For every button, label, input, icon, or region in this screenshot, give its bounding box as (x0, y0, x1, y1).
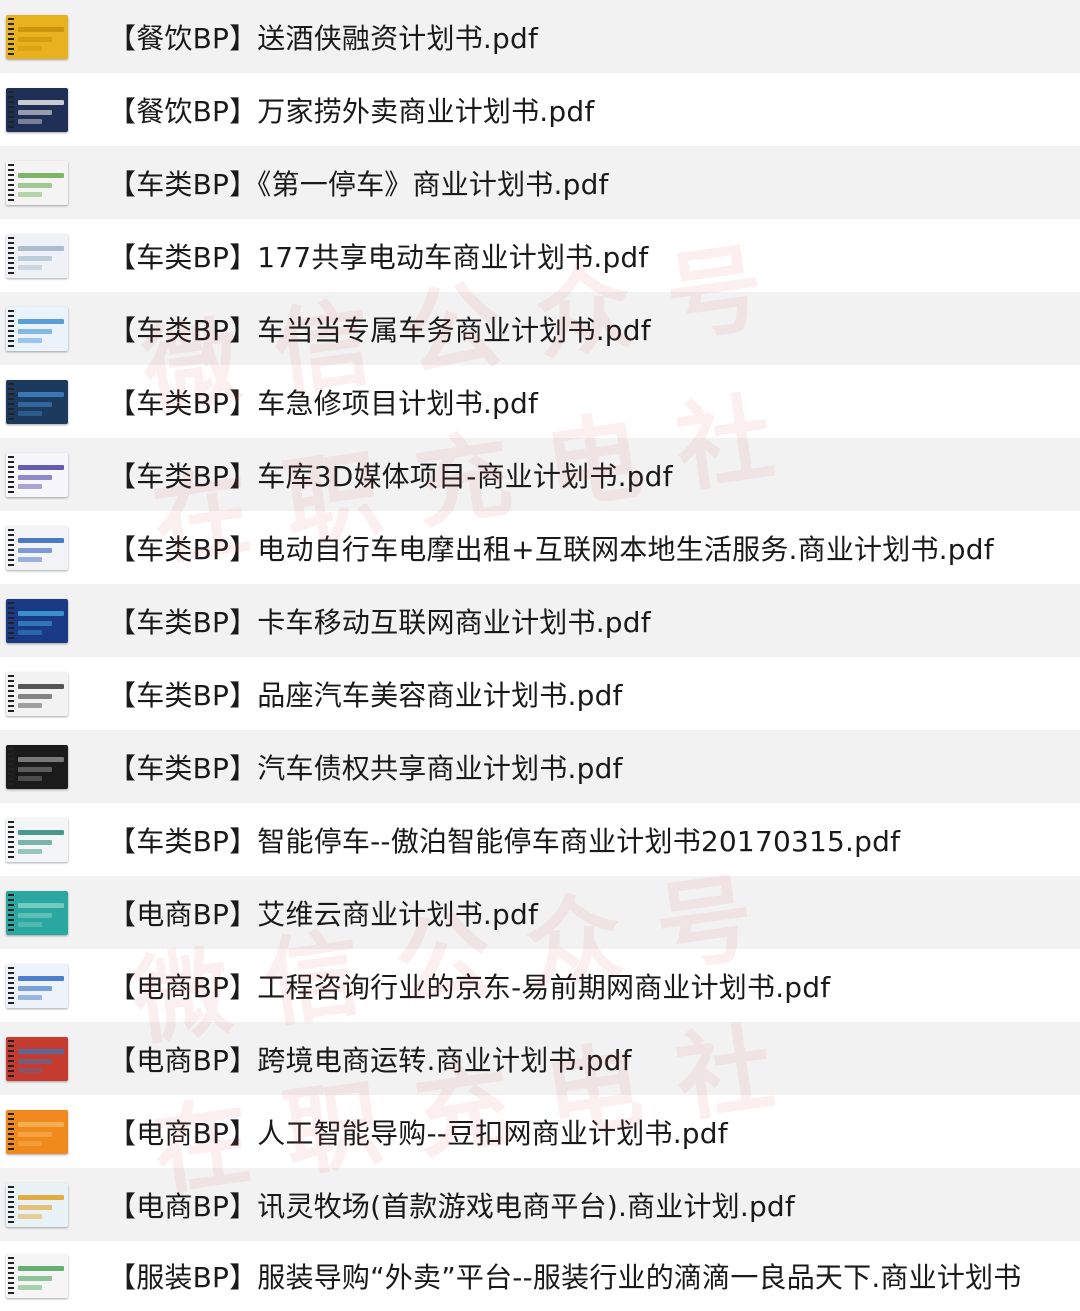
file-name: 【餐饮BP】送酒侠融资计划书.pdf (108, 21, 538, 55)
file-row[interactable]: 【电商BP】跨境电商运转.商业计划书.pdf (0, 1022, 1080, 1095)
pdf-thumbnail-icon (6, 452, 68, 497)
file-row[interactable]: 【电商BP】艾维云商业计划书.pdf (0, 876, 1080, 949)
pdf-thumbnail-icon (6, 525, 68, 570)
file-row[interactable]: 【车类BP】品座汽车美容商业计划书.pdf (0, 657, 1080, 730)
file-row[interactable]: 【车类BP】智能停车--傲泊智能停车商业计划书20170315.pdf (0, 803, 1080, 876)
pdf-thumbnail-icon (6, 233, 68, 278)
file-row[interactable]: 【车类BP】177共享电动车商业计划书.pdf (0, 219, 1080, 292)
file-name: 【电商BP】工程咨询行业的京东-易前期网商业计划书.pdf (108, 970, 831, 1004)
pdf-thumbnail-icon (6, 817, 68, 862)
file-name: 【车类BP】智能停车--傲泊智能停车商业计划书20170315.pdf (108, 824, 901, 858)
file-name: 【车类BP】车库3D媒体项目-商业计划书.pdf (108, 459, 673, 493)
file-name: 【电商BP】艾维云商业计划书.pdf (108, 897, 538, 931)
file-name: 【电商BP】人工智能导购--豆扣网商业计划书.pdf (108, 1116, 728, 1150)
pdf-thumbnail-icon (6, 306, 68, 351)
file-name: 【车类BP】《第一停车》商业计划书.pdf (108, 167, 609, 201)
file-name: 【车类BP】车急修项目计划书.pdf (108, 386, 538, 420)
pdf-thumbnail-icon (6, 1254, 68, 1298)
file-name: 【电商BP】讯灵牧场(首款游戏电商平台).商业计划.pdf (108, 1189, 795, 1223)
file-row[interactable]: 【车类BP】汽车债权共享商业计划书.pdf (0, 730, 1080, 803)
file-name: 【车类BP】车当当专属车务商业计划书.pdf (108, 313, 651, 347)
file-row[interactable]: 【电商BP】工程咨询行业的京东-易前期网商业计划书.pdf (0, 949, 1080, 1022)
file-name: 【车类BP】卡车移动互联网商业计划书.pdf (108, 605, 651, 639)
file-name: 【车类BP】电动自行车电摩出租+互联网本地生活服务.商业计划书.pdf (108, 532, 994, 566)
file-row[interactable]: 【车类BP】电动自行车电摩出租+互联网本地生活服务.商业计划书.pdf (0, 511, 1080, 584)
file-row[interactable]: 【餐饮BP】万家捞外卖商业计划书.pdf (0, 73, 1080, 146)
pdf-thumbnail-icon (6, 598, 68, 643)
file-name: 【车类BP】177共享电动车商业计划书.pdf (108, 240, 649, 274)
pdf-thumbnail-icon (6, 963, 68, 1008)
file-row[interactable]: 【餐饮BP】送酒侠融资计划书.pdf (0, 0, 1080, 73)
file-name: 【服装BP】服装导购“外卖”平台--服装行业的滴滴一良品天下.商业计划书 (108, 1261, 1022, 1294)
file-row[interactable]: 【服装BP】服装导购“外卖”平台--服装行业的滴滴一良品天下.商业计划书 (0, 1241, 1080, 1311)
file-row[interactable]: 【电商BP】人工智能导购--豆扣网商业计划书.pdf (0, 1095, 1080, 1168)
pdf-thumbnail-icon (6, 1109, 68, 1154)
file-row[interactable]: 【车类BP】《第一停车》商业计划书.pdf (0, 146, 1080, 219)
pdf-thumbnail-icon (6, 890, 68, 935)
file-name: 【车类BP】汽车债权共享商业计划书.pdf (108, 751, 623, 785)
pdf-thumbnail-icon (6, 1036, 68, 1081)
file-row[interactable]: 【车类BP】卡车移动互联网商业计划书.pdf (0, 584, 1080, 657)
file-row[interactable]: 【车类BP】车当当专属车务商业计划书.pdf (0, 292, 1080, 365)
pdf-thumbnail-icon (6, 87, 68, 132)
file-name: 【车类BP】品座汽车美容商业计划书.pdf (108, 678, 623, 712)
file-list: 【餐饮BP】送酒侠融资计划书.pdf 【餐饮BP】万家捞外卖商业计划书.pdf … (0, 0, 1080, 1311)
file-row[interactable]: 【车类BP】车库3D媒体项目-商业计划书.pdf (0, 438, 1080, 511)
pdf-thumbnail-icon (6, 671, 68, 716)
pdf-thumbnail-icon (6, 14, 68, 59)
file-row[interactable]: 【车类BP】车急修项目计划书.pdf (0, 365, 1080, 438)
file-name: 【电商BP】跨境电商运转.商业计划书.pdf (108, 1043, 632, 1077)
pdf-thumbnail-icon (6, 379, 68, 424)
pdf-thumbnail-icon (6, 1182, 68, 1227)
file-name: 【餐饮BP】万家捞外卖商业计划书.pdf (108, 94, 595, 128)
pdf-thumbnail-icon (6, 744, 68, 789)
file-row[interactable]: 【电商BP】讯灵牧场(首款游戏电商平台).商业计划.pdf (0, 1168, 1080, 1241)
pdf-thumbnail-icon (6, 160, 68, 205)
